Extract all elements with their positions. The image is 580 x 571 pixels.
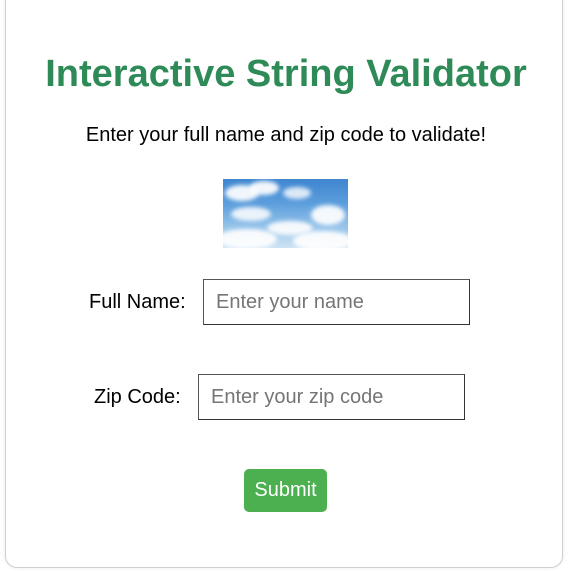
zip-code-row: Zip Code: xyxy=(0,374,580,420)
zip-code-input[interactable] xyxy=(198,374,465,420)
cloud-shape xyxy=(249,181,279,195)
submit-button[interactable]: Submit xyxy=(244,469,327,512)
sky-clouds-image xyxy=(223,179,348,248)
zip-code-label: Zip Code: xyxy=(94,386,181,408)
full-name-input[interactable] xyxy=(203,279,470,325)
cloud-shape xyxy=(311,205,345,225)
cloud-shape xyxy=(223,229,277,248)
page-title: Interactive String Validator xyxy=(45,53,527,95)
full-name-label: Full Name: xyxy=(89,291,186,313)
page-subtitle: Enter your full name and zip code to val… xyxy=(85,124,487,146)
cloud-shape xyxy=(283,187,311,199)
cloud-shape xyxy=(231,207,271,221)
full-name-row: Full Name: xyxy=(0,279,580,325)
cloud-shape xyxy=(293,231,348,248)
